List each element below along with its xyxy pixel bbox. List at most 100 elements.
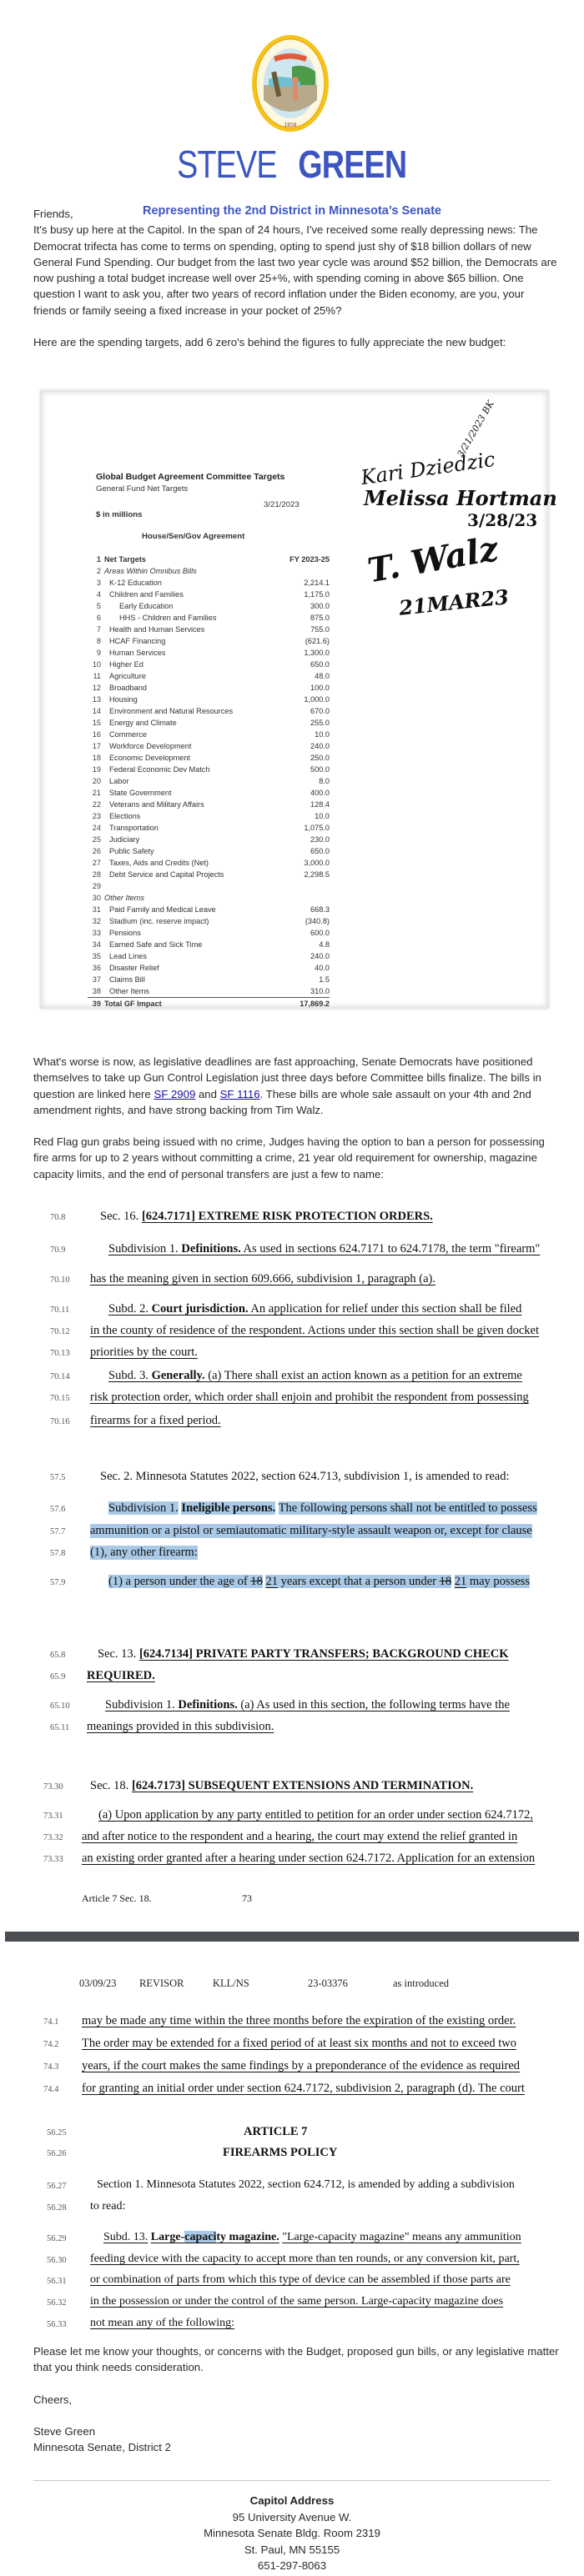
line-number: 57.6 — [50, 1505, 66, 1514]
row-label: Children and Families — [109, 590, 184, 599]
budget-row: 21 State Government 400.0 — [88, 787, 330, 799]
link-sf-1116[interactable]: SF 1116 — [220, 1088, 260, 1100]
phone-number: 651-297-8063 — [257, 2559, 327, 2572]
line-number: 65.10 — [50, 1701, 70, 1711]
statute-line: to read: — [90, 2200, 126, 2213]
row-value: 48.0 — [315, 672, 330, 680]
budget-row: 13 Housing 1,000.0 — [88, 694, 330, 705]
row-number: 34 — [92, 940, 101, 949]
budget-row: 7 Health and Human Services 755.0 — [88, 624, 330, 635]
budget-row: 8 HCAF Financing (621.6) — [88, 635, 330, 647]
row-label: HHS - Children and Families — [119, 614, 217, 622]
row-value: 2,214.1 — [304, 579, 330, 587]
budget-row: 9 Human Services 1,300.0 — [88, 647, 330, 659]
page-footer-article: Article 7 Sec. 18. — [82, 1892, 152, 1904]
statute-line: may be made any time within the three mo… — [82, 2014, 516, 2027]
row-number: 29 — [92, 882, 101, 890]
budget-row: 37 Claims Bill 1.5 — [88, 974, 330, 985]
statute-line: has the meaning given in section 609.666… — [90, 1272, 435, 1285]
row-value: 1,000.0 — [304, 695, 330, 704]
budget-row: 6 HHS - Children and Families 875.0 — [88, 612, 330, 624]
row-number: 28 — [92, 870, 101, 879]
budget-row: 11 Agriculture 48.0 — [88, 670, 330, 682]
signoff: Cheers, — [33, 2393, 73, 2406]
targets-lead: Here are the spending targets, add 6 zer… — [33, 336, 506, 349]
sender-title: Minnesota Senate, District 2 — [33, 2441, 171, 2454]
row-number: 16 — [92, 730, 101, 739]
line-number: 65.8 — [50, 1651, 66, 1660]
row-label: Federal Economic Dev Match — [109, 765, 210, 774]
row-label: Areas Within Omnibus Bills — [104, 567, 197, 575]
line-number: 56.28 — [47, 2203, 67, 2213]
row-value — [254, 892, 330, 904]
row-number: 9 — [96, 649, 101, 657]
row-value: 4.8 — [319, 940, 330, 949]
row-value: 100.0 — [310, 684, 330, 692]
row-value: 300.0 — [310, 602, 330, 610]
row-label: Claims Bill — [109, 975, 145, 984]
row-value: (340.8) — [305, 917, 330, 925]
link-sf-2909[interactable]: SF 2909 — [154, 1088, 195, 1100]
section-heading: Sec. 18. [624.7173] SUBSEQUENT EXTENSION… — [90, 1779, 474, 1792]
row-label: Commerce — [109, 730, 147, 739]
statute-line: The order may be extended for a fixed pe… — [82, 2037, 517, 2050]
row-number: 31 — [92, 905, 101, 914]
budget-row: 24 Transportation 1,075.0 — [88, 822, 330, 834]
row-value: 1.5 — [319, 975, 330, 984]
page-break-divider — [5, 1932, 579, 1942]
address-heading: Capitol Address — [249, 2494, 335, 2507]
line-number: 56.30 — [47, 2256, 67, 2265]
line-number: 56.25 — [47, 2128, 67, 2137]
row-label: HCAF Financing — [109, 637, 166, 645]
article-title: FIREARMS POLICY — [223, 2146, 338, 2159]
row-number: 39 — [88, 997, 104, 1010]
row-number: 3 — [96, 579, 101, 587]
row-label: Human Services — [109, 649, 166, 657]
row-label: Labor — [109, 777, 129, 785]
row-number: 6 — [96, 614, 101, 622]
row-label: Public Safety — [109, 847, 154, 855]
line-number: 70.8 — [50, 1213, 66, 1222]
row-number: 13 — [92, 695, 101, 704]
row-label — [104, 880, 254, 892]
row-value: (621.6) — [305, 637, 330, 645]
section-heading: REQUIRED. — [87, 1669, 155, 1682]
state-seal-logo: 1858 — [252, 35, 329, 132]
statute-line: in the county of residence of the respon… — [90, 1324, 539, 1337]
budget-row: 32 Stadium (inc. reserve impact) (340.8) — [88, 915, 330, 927]
budget-row: 27 Taxes, Aids and Credits (Net) 3,000.0 — [88, 857, 330, 869]
row-label: K-12 Education — [109, 579, 162, 587]
row-label: Lead Lines — [109, 952, 147, 960]
statute-line: (a) Upon application by any party entitl… — [98, 1808, 534, 1822]
row-number: 19 — [92, 765, 101, 774]
budget-row: 16 Commerce 10.0 — [88, 729, 330, 740]
row-value: 8.0 — [319, 777, 330, 785]
row-number: 20 — [92, 777, 101, 785]
row-label: Pensions — [109, 929, 141, 937]
row-value: 3,000.0 — [304, 859, 330, 867]
closing-paragraph: Please let me know your thoughts, or con… — [33, 2345, 559, 2374]
row-number: 21 — [92, 789, 101, 797]
budget-row: 3 K-12 Education 2,214.1 — [88, 577, 330, 589]
budget-row: 35 Lead Lines 240.0 — [88, 950, 330, 962]
sender-name: Steve Green — [33, 2424, 96, 2438]
row-label: Judiciary — [109, 835, 140, 844]
budget-row: 26 Public Safety 650.0 — [88, 845, 330, 857]
line-number: 57.9 — [50, 1578, 66, 1587]
line-number: 56.29 — [47, 2234, 67, 2243]
budget-row: 22 Veterans and Military Affairs 128.4 — [88, 799, 330, 810]
line-number: 65.9 — [50, 1672, 66, 1681]
row-value — [254, 880, 330, 892]
row-value: 10.0 — [315, 812, 330, 820]
budget-subtitle: General Fund Net Targets — [96, 484, 189, 494]
row-value: 875.0 — [310, 614, 330, 622]
line-number: 74.1 — [43, 2017, 59, 2027]
line-number: 70.10 — [50, 1275, 70, 1285]
statute-line: feeding device with the capacity to acce… — [90, 2253, 520, 2265]
row-label: Total GF Impact — [104, 997, 254, 1010]
row-number: 10 — [92, 660, 101, 669]
row-label: Economic Development — [109, 754, 191, 762]
greeting: Friends, — [33, 208, 73, 220]
row-number: 27 — [92, 859, 101, 867]
row-value: 128.4 — [310, 800, 330, 809]
